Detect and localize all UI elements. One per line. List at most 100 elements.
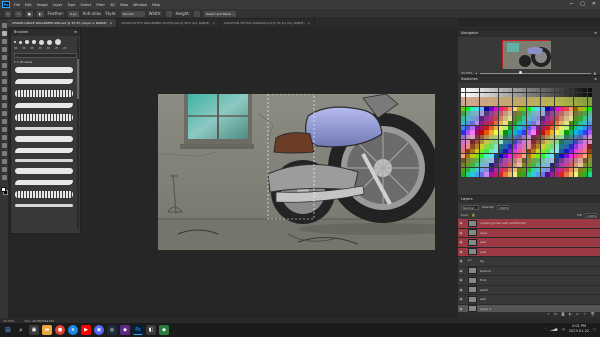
zoom-tool-icon[interactable] xyxy=(1,175,7,180)
notifications-icon[interactable]: ▢ xyxy=(593,327,596,331)
visibility-eye-icon[interactable]: ◉ xyxy=(458,240,464,244)
height-input[interactable] xyxy=(194,10,201,17)
layer-row[interactable]: ◉ ▸▭ bg xyxy=(458,257,600,267)
brush-stroke-preview[interactable] xyxy=(15,114,73,121)
hand-tool-icon[interactable] xyxy=(1,167,7,172)
youtube-icon[interactable]: ▶ xyxy=(81,325,91,335)
zoom-slider[interactable] xyxy=(479,71,591,74)
app-icon[interactable]: ◧ xyxy=(146,325,156,335)
foreground-color[interactable] xyxy=(0,187,6,192)
visibility-eye-icon[interactable]: ◉ xyxy=(458,307,464,311)
pen-tool-icon[interactable] xyxy=(1,135,7,140)
color-swatch[interactable] xyxy=(587,172,592,177)
type-tool-icon[interactable] xyxy=(1,143,7,148)
brush-stroke-preview[interactable] xyxy=(15,103,73,108)
antialias-label[interactable]: Anti-alias xyxy=(83,11,102,16)
visibility-eye-icon[interactable]: ◉ xyxy=(458,288,464,292)
crop-tool-icon[interactable] xyxy=(1,55,7,60)
visibility-eye-icon[interactable]: ◉ xyxy=(458,259,464,263)
menu-help[interactable]: Help xyxy=(152,3,160,7)
tab-document-2[interactable]: CHAIN GOTTIS WALLPAPER COUCH.psd @ 50% (… xyxy=(117,19,220,27)
brush-preset-dot[interactable] xyxy=(32,40,36,44)
brush-preset-dot[interactable] xyxy=(19,40,22,44)
brush-tool-icon[interactable] xyxy=(1,79,7,84)
volume-icon[interactable]: ◁) xyxy=(561,327,564,331)
navigator-thumbnail[interactable] xyxy=(502,40,551,69)
network-icon[interactable]: ▁▃▅ xyxy=(550,327,557,331)
layer-row[interactable]: ◉ wall xyxy=(458,247,600,257)
brush-stroke-preview[interactable] xyxy=(15,79,73,84)
brush-stroke-preview[interactable] xyxy=(15,180,73,185)
lasso-tool-icon[interactable] xyxy=(1,39,7,44)
quick-select-tool-icon[interactable] xyxy=(1,47,7,52)
opacity-input[interactable]: 100% xyxy=(497,204,509,210)
move-tool-icon[interactable] xyxy=(1,23,7,28)
discord-icon[interactable]: ◉ xyxy=(94,325,104,335)
home-icon[interactable]: ⌂ xyxy=(5,10,11,17)
visibility-eye-icon[interactable]: ◉ xyxy=(458,278,464,282)
visibility-eye-icon[interactable]: ◉ xyxy=(458,231,464,235)
brush-group-folder[interactable]: ▾ ▭ Brushes xyxy=(14,60,77,64)
new-selection-icon[interactable]: ■ xyxy=(25,10,33,17)
dodge-tool-icon[interactable] xyxy=(1,127,7,132)
brush-preset-dot[interactable] xyxy=(47,39,52,45)
style-select[interactable]: Normal xyxy=(120,10,145,17)
brush-preset-dot[interactable] xyxy=(39,39,44,45)
layer-row[interactable]: ◉ wall xyxy=(458,238,600,248)
color-swatches[interactable] xyxy=(0,187,8,195)
visibility-eye-icon[interactable]: ◉ xyxy=(458,269,464,273)
healing-tool-icon[interactable] xyxy=(1,71,7,76)
chrome-icon[interactable]: ● xyxy=(55,325,65,335)
feather-input[interactable]: 0 px xyxy=(68,10,79,17)
app-icon[interactable]: ◆ xyxy=(159,325,169,335)
layer-row[interactable]: ◉ wall xyxy=(458,295,600,305)
history-brush-tool-icon[interactable] xyxy=(1,95,7,100)
marquee-tool-icon[interactable] xyxy=(1,31,7,36)
photoshop-taskbar-icon[interactable]: Ps xyxy=(133,325,143,335)
visibility-eye-icon[interactable]: ◉ xyxy=(458,297,464,301)
search-icon[interactable]: ⌕ xyxy=(16,325,26,335)
brush-stroke-preview[interactable] xyxy=(15,127,73,130)
menu-image[interactable]: Image xyxy=(37,3,48,7)
close-icon[interactable]: ✕ xyxy=(592,1,596,7)
brush-preset-dot[interactable] xyxy=(25,40,29,44)
brush-preset-dot[interactable] xyxy=(55,39,61,45)
fill-input[interactable]: 100% xyxy=(585,212,597,218)
panel-menu-icon[interactable]: ≡ xyxy=(74,29,77,36)
menu-3d[interactable]: 3D xyxy=(110,3,115,7)
minimize-icon[interactable]: ─ xyxy=(570,1,573,7)
marquee-tool-preset[interactable]: ▭ xyxy=(15,10,22,17)
brush-stroke-preview[interactable] xyxy=(15,90,73,97)
path-select-tool-icon[interactable] xyxy=(1,151,7,156)
brush-stroke-preview[interactable] xyxy=(15,148,73,153)
brush-stroke-preview[interactable] xyxy=(15,136,73,142)
eraser-tool-icon[interactable] xyxy=(1,103,7,108)
brush-stroke-preview[interactable] xyxy=(15,168,73,174)
blend-mode-select[interactable]: Normal xyxy=(461,204,479,210)
add-selection-icon[interactable]: ◧ xyxy=(36,10,44,17)
tray-chevron-icon[interactable]: ˄ xyxy=(545,327,547,331)
visibility-eye-icon[interactable]: ◉ xyxy=(458,250,464,254)
menu-file[interactable]: File xyxy=(14,3,20,7)
menu-view[interactable]: View xyxy=(120,3,128,7)
brush-stroke-preview[interactable] xyxy=(15,159,73,162)
status-zoom[interactable]: 33.33% xyxy=(3,319,14,323)
panel-menu-icon[interactable]: ≡ xyxy=(594,76,597,83)
brush-stroke-preview[interactable] xyxy=(15,67,73,73)
gradient-tool-icon[interactable] xyxy=(1,111,7,116)
brush-preset-dot[interactable] xyxy=(14,41,16,43)
brush-search-input[interactable]: ⌕ xyxy=(14,53,77,58)
steam-icon[interactable]: ◎ xyxy=(107,325,117,335)
clock[interactable]: 2:01 PM 2023-01-22 xyxy=(569,324,589,334)
menu-window[interactable]: Window xyxy=(133,3,147,7)
task-view-icon[interactable]: ▣ xyxy=(29,325,39,335)
windows-start-icon[interactable]: ⊞ xyxy=(3,325,13,335)
layer-row[interactable]: ◉ layer xyxy=(458,228,600,238)
app-icon[interactable]: ◆ xyxy=(120,325,130,335)
layer-row[interactable]: ◉ floor xyxy=(458,276,600,286)
brush-stroke-preview[interactable] xyxy=(15,204,73,207)
panel-menu-icon[interactable]: ≡ xyxy=(594,30,597,37)
brushes-scrollbar[interactable] xyxy=(77,39,79,229)
edge-icon[interactable]: e xyxy=(68,325,78,335)
layer-row[interactable]: ◉ wall2 xyxy=(458,286,600,295)
